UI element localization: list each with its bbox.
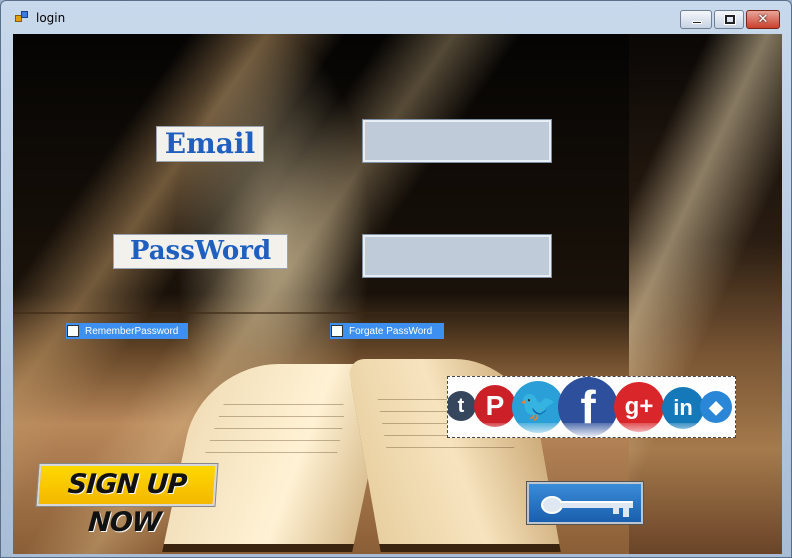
login-window: login ✕ Email PassWord RememberPassword … (0, 0, 792, 558)
password-label: PassWord (113, 234, 288, 269)
maximize-button[interactable] (714, 10, 744, 29)
email-field[interactable] (362, 119, 552, 163)
forgot-password-checkbox[interactable]: Forgate PassWord (330, 323, 444, 339)
remember-password-label: RememberPassword (85, 325, 179, 337)
background-image-tile (629, 34, 782, 554)
minimize-icon (692, 21, 702, 24)
icons-reflection (448, 423, 735, 437)
remember-password-checkbox[interactable]: RememberPassword (66, 323, 188, 339)
email-label: Email (156, 126, 264, 162)
password-field[interactable] (362, 234, 552, 278)
background-table-edge (13, 312, 629, 314)
dropbox-icon[interactable]: ◆ (700, 391, 732, 423)
minimize-button[interactable] (680, 10, 712, 29)
close-icon: ✕ (757, 12, 769, 27)
maximize-icon (724, 14, 736, 25)
app-icon (15, 11, 29, 23)
close-button[interactable]: ✕ (746, 10, 780, 29)
title-bar[interactable]: login ✕ (1, 1, 791, 33)
forgot-password-box[interactable] (331, 325, 343, 337)
form-client-area: Email PassWord RememberPassword Forgate … (13, 34, 782, 554)
remember-password-box[interactable] (67, 325, 79, 337)
login-button[interactable] (526, 481, 644, 525)
forgot-password-label: Forgate PassWord (349, 325, 433, 337)
pinterest-icon[interactable]: P (474, 385, 516, 427)
social-login-icons[interactable]: t P 🐦 f g+ in ◆ (447, 376, 736, 438)
background-book (113, 334, 573, 554)
sign-up-button[interactable]: SIGN UP NOW (35, 463, 219, 538)
tumblr-icon[interactable]: t (448, 391, 476, 421)
window-title: login (36, 11, 66, 25)
